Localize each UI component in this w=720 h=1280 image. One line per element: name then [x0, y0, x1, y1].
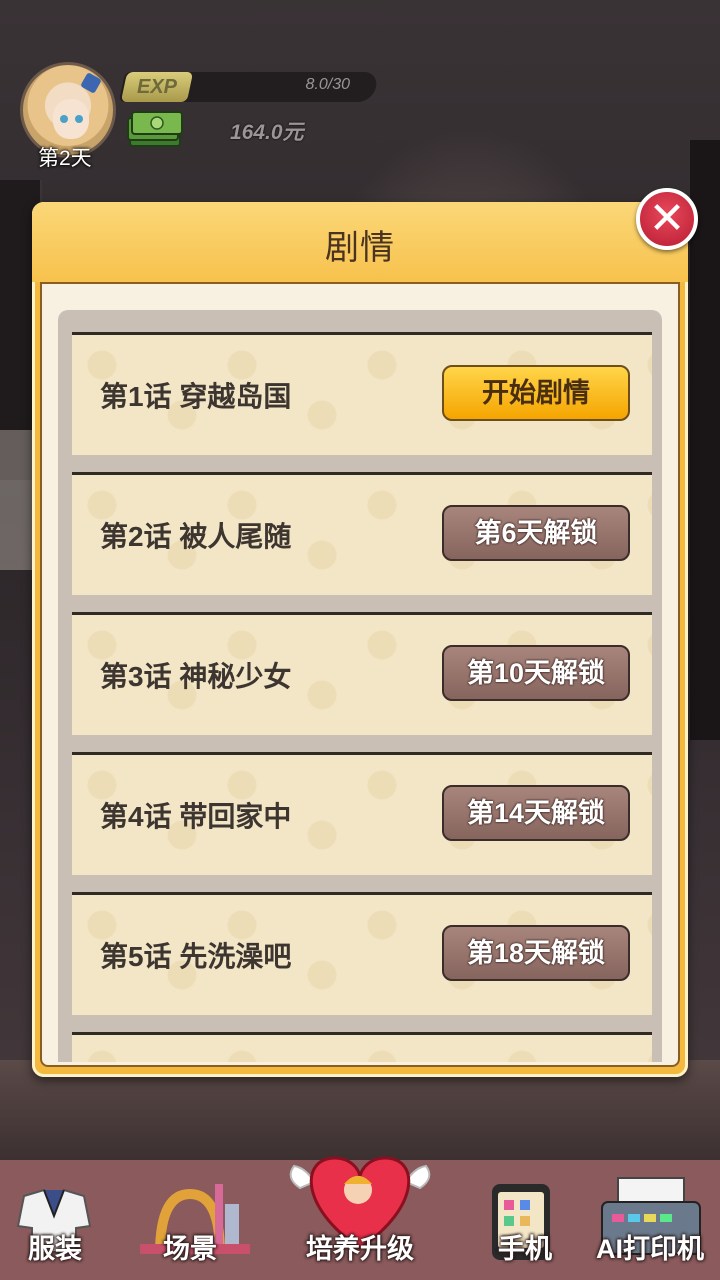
exp-value: 8.0/30: [305, 76, 350, 93]
nav-label: 场景: [163, 1234, 217, 1264]
nav-label: AI打印机: [596, 1234, 704, 1264]
day-counter: 第2天: [38, 147, 92, 170]
close-button[interactable]: ✕: [636, 188, 698, 250]
avatar-eye: [75, 115, 83, 123]
modal-body: 第1话 穿越岛国 开始剧情 第2话 被人尾随 第6天解锁 第3话 神秘少女 第1…: [40, 282, 680, 1067]
money-value: 164.0元: [230, 121, 304, 144]
exp-label: EXP: [136, 76, 178, 98]
episode-row: 第5话 先洗澡吧 第18天解锁: [72, 892, 652, 1015]
episode-list[interactable]: 第1话 穿越岛国 开始剧情 第2话 被人尾随 第6天解锁 第3话 神秘少女 第1…: [58, 310, 662, 1062]
episode-title: 第5话 先洗澡吧: [100, 941, 292, 972]
avatar-hair-bow: [80, 72, 102, 94]
unlock-day-button[interactable]: 第6天解锁: [442, 505, 630, 561]
episode-row: 第1话 穿越岛国 开始剧情: [72, 332, 652, 455]
episode-row: 第4话 带回家中 第14天解锁: [72, 752, 652, 875]
unlock-day-button[interactable]: 第14天解锁: [442, 785, 630, 841]
episode-row: 第3话 神秘少女 第10天解锁: [72, 612, 652, 735]
story-modal: 剧情 第1话 穿越岛国 开始剧情 第2话 被人尾随 第6天解锁 第3话 神秘少女…: [32, 202, 688, 1077]
exp-badge: EXP: [120, 72, 194, 102]
money-icon: [127, 111, 183, 147]
nav-upgrade[interactable]: 培养升级: [270, 1156, 450, 1280]
start-story-button[interactable]: 开始剧情: [442, 365, 630, 421]
modal-header: 剧情: [32, 202, 688, 282]
avatar-eye: [60, 115, 68, 123]
nav-scene[interactable]: 场景: [110, 1160, 270, 1280]
unlock-day-button[interactable]: 第18天解锁: [442, 925, 630, 981]
episode-row-partial: [72, 1032, 652, 1062]
nav-label: 手机: [498, 1234, 552, 1264]
nav-clothing[interactable]: 服装: [0, 1160, 110, 1280]
unlock-day-button[interactable]: 第10天解锁: [442, 645, 630, 701]
nav-label: 培养升级: [306, 1234, 414, 1264]
episode-row: 第2话 被人尾随 第6天解锁: [72, 472, 652, 595]
episode-title: 第4话 带回家中: [100, 801, 292, 832]
nav-ai-printer[interactable]: AI打印机: [580, 1160, 720, 1280]
modal-title: 剧情: [325, 229, 395, 267]
episode-title: 第2话 被人尾随: [100, 521, 292, 552]
close-x-icon: ✕: [648, 194, 686, 243]
episode-title: 第1话 穿越岛国: [100, 381, 292, 412]
avatar-face: [53, 99, 89, 139]
nav-label: 服装: [28, 1234, 82, 1264]
bottom-nav: 服装 场景 培养升级 手机 AI打印机: [0, 1156, 720, 1280]
episode-title: 第3话 神秘少女: [100, 661, 292, 692]
nav-phone[interactable]: 手机: [470, 1160, 580, 1280]
